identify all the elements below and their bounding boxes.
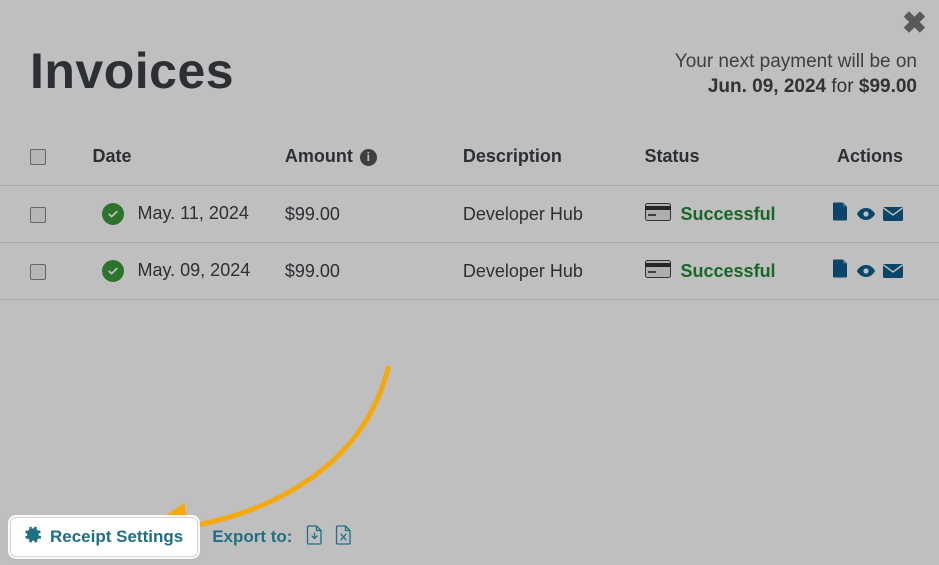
table-row: May. 11, 2024 $99.00 Developer Hub Succe…	[0, 186, 939, 243]
col-description: Description	[453, 128, 635, 186]
email-icon[interactable]	[883, 262, 903, 282]
invoices-table: Date Amount i Description Status Actions	[0, 128, 939, 300]
download-pdf-icon[interactable]	[832, 262, 854, 282]
email-icon[interactable]	[883, 205, 903, 225]
cell-description: Developer Hub	[453, 186, 635, 243]
cell-date: May. 09, 2024	[137, 260, 250, 280]
next-payment-intro: Your next payment will be on	[675, 49, 917, 75]
select-all-checkbox[interactable]	[30, 149, 46, 165]
next-payment-info: Your next payment will be on Jun. 09, 20…	[675, 49, 917, 100]
info-icon[interactable]: i	[360, 149, 377, 166]
row-checkbox[interactable]	[30, 207, 46, 223]
col-amount: Amount i	[275, 128, 453, 186]
next-payment-date: Jun. 09, 2024	[708, 76, 826, 97]
cell-amount: $99.00	[275, 186, 453, 243]
receipt-settings-button[interactable]: Receipt Settings	[10, 517, 198, 557]
col-status: Status	[635, 128, 820, 186]
credit-card-icon	[645, 203, 671, 226]
export-pdf-icon[interactable]	[306, 525, 323, 550]
cell-amount: $99.00	[275, 243, 453, 300]
table-row: May. 09, 2024 $99.00 Developer Hub Succe…	[0, 243, 939, 300]
col-date: Date	[82, 128, 274, 186]
cell-description: Developer Hub	[453, 243, 635, 300]
checkmark-icon	[102, 260, 124, 282]
receipt-settings-label: Receipt Settings	[50, 527, 183, 547]
page-title: Invoices	[30, 42, 234, 100]
view-icon[interactable]	[856, 205, 881, 225]
cell-status: Successful	[681, 204, 776, 225]
row-checkbox[interactable]	[30, 264, 46, 280]
export-to-label: Export to:	[212, 527, 292, 547]
col-actions: Actions	[820, 128, 939, 186]
export-excel-icon[interactable]	[335, 525, 352, 550]
gear-icon	[25, 526, 42, 548]
download-pdf-icon[interactable]	[832, 205, 854, 225]
credit-card-icon	[645, 260, 671, 283]
view-icon[interactable]	[856, 262, 881, 282]
next-payment-for: for	[831, 76, 853, 97]
next-payment-amount: $99.00	[859, 76, 917, 97]
checkmark-icon	[102, 203, 124, 225]
col-amount-label: Amount	[285, 146, 353, 166]
cell-date: May. 11, 2024	[137, 203, 248, 223]
cell-status: Successful	[681, 261, 776, 282]
